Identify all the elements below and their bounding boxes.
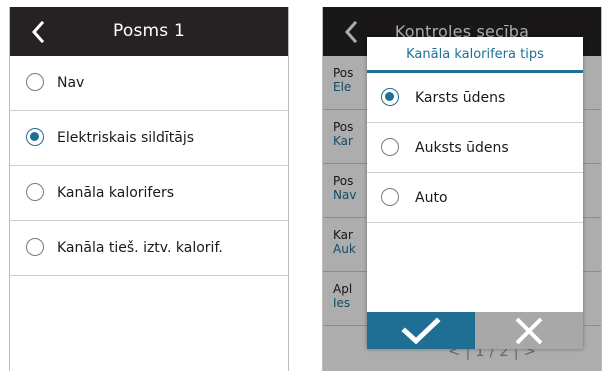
option-nav[interactable]: Nav bbox=[10, 56, 288, 111]
selection-dialog: Kanāla kalorifera tips Karsts ūdens Auks… bbox=[367, 37, 583, 349]
option-label: Kanāla tieš. iztv. kalorif. bbox=[57, 240, 223, 256]
option-label: Kanāla kalorifers bbox=[57, 185, 175, 201]
close-icon bbox=[515, 317, 543, 344]
page-title: Posms 1 bbox=[113, 21, 185, 41]
option-label: Auksts ūdens bbox=[415, 140, 509, 156]
option-karsts-udens[interactable]: Karsts ūdens bbox=[367, 73, 583, 123]
cancel-button[interactable] bbox=[475, 312, 583, 349]
radio-icon[interactable] bbox=[381, 137, 399, 156]
option-label: Nav bbox=[57, 75, 85, 91]
checkmark-icon bbox=[401, 316, 441, 344]
option-kanala-ties-iztv-kalorif[interactable]: Kanāla tieš. iztv. kalorif. bbox=[10, 221, 288, 276]
option-elektriskais-silditajs[interactable]: Elektriskais sildītājs bbox=[10, 111, 288, 166]
radio-selected-icon[interactable] bbox=[381, 87, 399, 106]
right-screen: Kontroles secība Pos Ele Pos Kar Pos Nav… bbox=[322, 7, 602, 371]
option-auto[interactable]: Auto bbox=[367, 173, 583, 223]
radio-icon[interactable] bbox=[381, 187, 399, 206]
option-label: Auto bbox=[415, 190, 448, 206]
radio-icon[interactable] bbox=[26, 73, 44, 91]
header: Posms 1 bbox=[10, 7, 288, 56]
left-screen: Posms 1 Nav Elektriskais sildītājs Kanāl… bbox=[9, 7, 289, 371]
option-kanala-kalorifers[interactable]: Kanāla kalorifers bbox=[10, 166, 288, 221]
radio-icon[interactable] bbox=[26, 238, 44, 256]
options-list: Nav Elektriskais sildītājs Kanāla kalori… bbox=[10, 56, 288, 276]
confirm-button[interactable] bbox=[367, 312, 475, 349]
option-auksts-udens[interactable]: Auksts ūdens bbox=[367, 123, 583, 173]
dialog-buttons bbox=[367, 312, 583, 349]
radio-selected-icon[interactable] bbox=[26, 128, 44, 146]
radio-icon[interactable] bbox=[26, 183, 44, 201]
option-label: Karsts ūdens bbox=[415, 90, 506, 106]
option-label: Elektriskais sildītājs bbox=[57, 130, 195, 146]
dialog-title: Kanāla kalorifera tips bbox=[367, 37, 583, 73]
